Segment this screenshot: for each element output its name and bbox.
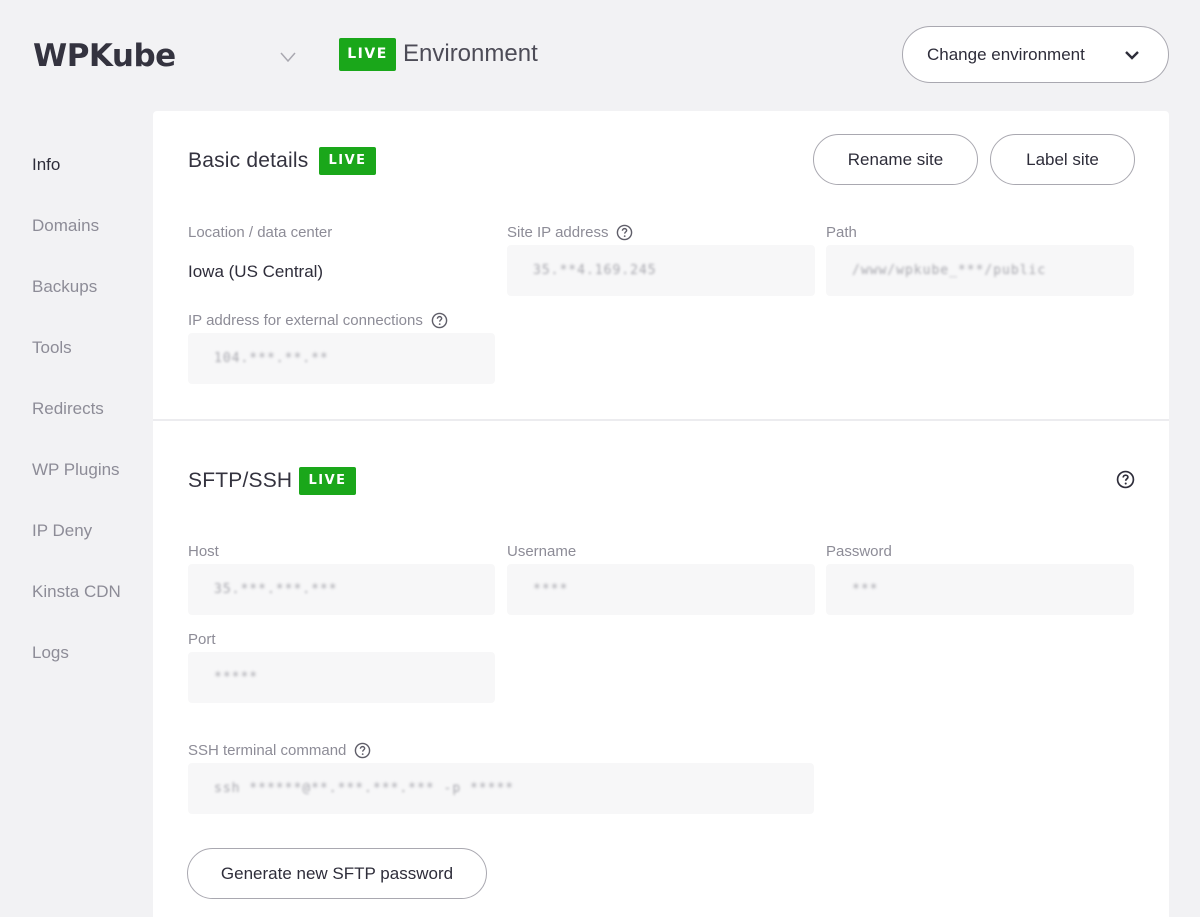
- basic-details-title: Basic details: [188, 149, 309, 172]
- username-label-text: Username: [507, 543, 577, 560]
- site-ip-label: Site IP address: [507, 224, 633, 241]
- environment-live-badge: LIVE: [339, 38, 396, 71]
- username-field[interactable]: ****: [507, 564, 815, 615]
- ssh-command-field[interactable]: ssh ******@**.***.***.*** -p *****: [188, 763, 814, 814]
- path-value-masked: /www/wpkube_***/public: [852, 263, 1047, 278]
- host-field[interactable]: 35.***.***.***: [188, 564, 495, 615]
- sidebar-item-kinsta-cdn[interactable]: Kinsta CDN: [32, 579, 121, 640]
- sftp-live-badge: LIVE: [299, 467, 356, 495]
- site-switcher-chevron-icon[interactable]: [279, 50, 297, 64]
- change-environment-label: Change environment: [927, 44, 1085, 64]
- sidebar-item-ip-deny[interactable]: IP Deny: [32, 518, 121, 579]
- ssh-command-value-masked: ssh ******@**.***.***.*** -p *****: [214, 781, 515, 796]
- help-icon[interactable]: [431, 312, 448, 329]
- site-name: WPKube: [33, 38, 176, 74]
- password-label-text: Password: [826, 543, 892, 560]
- sftp-ssh-title: SFTP/SSH: [188, 469, 293, 492]
- help-icon[interactable]: [354, 742, 371, 759]
- basic-details-live-badge: LIVE: [319, 147, 376, 175]
- environment-label: Environment: [403, 40, 538, 67]
- port-field[interactable]: *****: [188, 652, 495, 703]
- username-value-masked: ****: [533, 582, 569, 597]
- chevron-down-icon: [1125, 51, 1139, 60]
- rename-site-button[interactable]: Rename site: [813, 134, 978, 185]
- sidebar-nav: Info Domains Backups Tools Redirects WP …: [32, 152, 121, 701]
- section-divider: [153, 419, 1169, 421]
- label-site-button[interactable]: Label site: [990, 134, 1135, 185]
- generate-sftp-password-button[interactable]: Generate new SFTP password: [187, 848, 487, 899]
- path-field[interactable]: /www/wpkube_***/public: [826, 245, 1134, 296]
- username-label: Username: [507, 543, 576, 560]
- sidebar-item-logs[interactable]: Logs: [32, 640, 121, 701]
- change-environment-button[interactable]: Change environment: [902, 26, 1169, 83]
- site-ip-value-masked: 35.**4.169.245: [533, 263, 657, 278]
- host-label: Host: [188, 543, 219, 560]
- sidebar-item-domains[interactable]: Domains: [32, 213, 121, 274]
- path-label: Path: [826, 224, 857, 241]
- site-info-card: Basic details LIVE Rename site Label sit…: [153, 111, 1169, 917]
- host-label-text: Host: [188, 543, 219, 560]
- external-ip-field[interactable]: 104.***.**.**: [188, 333, 495, 384]
- external-ip-label: IP address for external connections: [188, 312, 448, 329]
- password-label: Password: [826, 543, 892, 560]
- location-label: Location / data center: [188, 224, 332, 241]
- site-ip-label-text: Site IP address: [507, 224, 609, 241]
- sidebar-item-info[interactable]: Info: [32, 152, 121, 213]
- ssh-command-label: SSH terminal command: [188, 742, 371, 759]
- sidebar-item-wp-plugins[interactable]: WP Plugins: [32, 457, 121, 518]
- help-icon[interactable]: [616, 224, 633, 241]
- ssh-command-label-text: SSH terminal command: [188, 742, 347, 759]
- site-ip-field[interactable]: 35.**4.169.245: [507, 245, 815, 296]
- path-label-text: Path: [826, 224, 857, 241]
- port-value-masked: *****: [214, 670, 259, 685]
- external-ip-value-masked: 104.***.**.**: [214, 351, 329, 366]
- host-value-masked: 35.***.***.***: [214, 582, 338, 597]
- port-label-text: Port: [188, 631, 216, 648]
- port-label: Port: [188, 631, 216, 648]
- help-icon[interactable]: [1116, 470, 1135, 489]
- password-value-masked: ***: [852, 582, 879, 597]
- location-value: Iowa (US Central): [188, 262, 324, 281]
- sidebar-item-redirects[interactable]: Redirects: [32, 396, 121, 457]
- password-field[interactable]: ***: [826, 564, 1134, 615]
- external-ip-label-text: IP address for external connections: [188, 312, 423, 329]
- sidebar-item-tools[interactable]: Tools: [32, 335, 121, 396]
- sidebar-item-backups[interactable]: Backups: [32, 274, 121, 335]
- location-label-text: Location / data center: [188, 224, 333, 241]
